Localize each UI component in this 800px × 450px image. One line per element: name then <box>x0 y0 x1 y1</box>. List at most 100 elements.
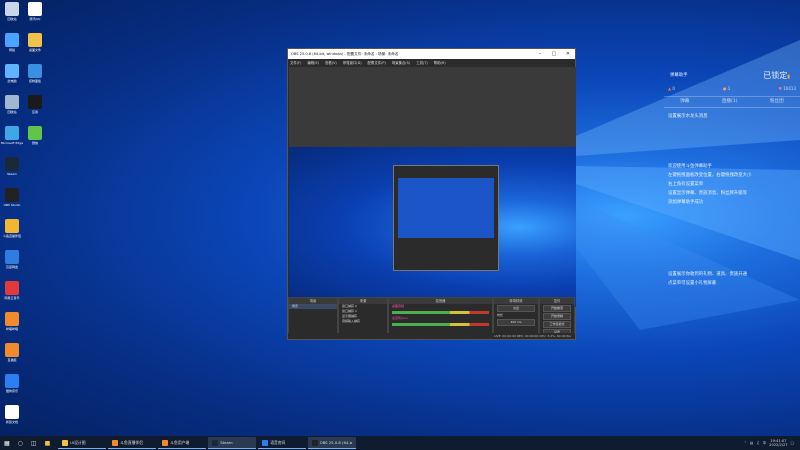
desktop-icon-label: 斗鱼直播伴侣 <box>2 234 21 238</box>
panel-guide: 欢迎使用斗鱼弹幕助手 左键拖拽面板改变位置，右键拖拽改变大小 右上角有设置菜单 … <box>668 162 751 207</box>
stat-item: ● 1 <box>722 86 731 91</box>
trash-icon <box>5 95 19 109</box>
document-shortcut[interactable]: 新建文档 <box>1 405 23 424</box>
desktop-icon-label: 百度网盘 <box>5 265 18 269</box>
minimize-icon[interactable]: – <box>533 51 547 57</box>
app-orange-shortcut[interactable]: 哔哩哔哩 <box>1 312 23 331</box>
app-blue-shortcut[interactable]: 百度网盘 <box>1 250 23 269</box>
network-shortcut[interactable]: 网络 <box>1 33 23 52</box>
danmaku-panel[interactable]: 弹幕助手 已锁定▮ ▲ 0 ● 1 ♥ 10413 弹幕 直播(1) 粉丝团 设… <box>664 66 800 306</box>
panel-tabs: 弹幕 直播(1) 粉丝团 <box>664 96 800 108</box>
folder-icon: ■ <box>44 439 51 447</box>
clock-date: 2022/2/27 <box>769 443 788 447</box>
desktop-icon-label: 腾讯QQ <box>29 17 41 21</box>
search-icon: ○ <box>17 439 23 447</box>
panel-message: 设置展示水龙头消息 <box>668 114 708 119</box>
sources-dock: 来源 窗口捕获 2 窗口捕获 1 显示器捕获 音频输入捕获 <box>338 297 388 335</box>
obs-titlebar[interactable]: OBS 25.0.8 (64-bit, windows) - 配置文件: 未命名… <box>288 49 575 59</box>
clock[interactable]: 19:41:07 2022/2/27 <box>769 439 787 448</box>
menu-view[interactable]: 查看(V) <box>325 60 337 65</box>
desktop-icon-label: Steam <box>7 172 17 176</box>
search-button[interactable]: ○ <box>14 437 27 449</box>
obs-icon <box>5 188 19 202</box>
duration-input[interactable]: 300 ms <box>497 319 535 326</box>
mixer-channel-label: 桌面音频 <box>392 304 405 308</box>
start-streaming-button[interactable]: 开始推流 <box>543 305 571 312</box>
trash-shortcut[interactable]: 回收站 <box>1 95 23 114</box>
start-recording-button[interactable]: 开始录制 <box>543 313 571 320</box>
taskbar-app-folder[interactable]: UI设计图 <box>58 437 107 449</box>
computer-shortcut[interactable]: 此电脑 <box>1 64 23 83</box>
menu-tools[interactable]: 工具(T) <box>416 60 428 65</box>
folder-icon <box>62 439 69 446</box>
start-button[interactable]: ▦ <box>0 437 14 449</box>
taskbar-app-obs[interactable]: OBS 25.0.8 (64-bit) <box>308 437 357 449</box>
obs-window[interactable]: OBS 25.0.8 (64-bit, windows) - 配置文件: 未命名… <box>287 48 576 340</box>
folder-shortcut[interactable]: 桌面文件 <box>24 33 46 52</box>
maximize-icon[interactable]: □ <box>547 51 561 57</box>
menu-scene-collection[interactable]: 场景集合(S) <box>392 60 410 65</box>
steam-icon <box>212 439 219 446</box>
panel-tip: 设置展示你收到的礼物、道具、贵族开通 点菜单可设置小礼物屏蔽 <box>668 270 747 288</box>
app-orange2-shortcut[interactable]: 直播姬 <box>1 343 23 362</box>
taskbar-app-steam[interactable]: Steam <box>208 437 257 449</box>
menu-edit[interactable]: 编辑(E) <box>307 60 319 65</box>
taskbar-app-label: OBS 25.0.8 (64-bit) <box>319 440 353 445</box>
wechat-shortcut[interactable]: 微信 <box>24 126 46 145</box>
taskbar-apps: UI设计图 斗鱼直播伴侣 斗鱼用户端 Steam 语音房间 OBS 25.0.8 (64-… <box>58 437 357 449</box>
steam-shortcut[interactable]: Steam <box>1 157 23 176</box>
taskbar-app-user[interactable]: 斗鱼用户端 <box>158 437 207 449</box>
close-icon[interactable]: ✕ <box>561 51 575 57</box>
menu-file[interactable]: 文件(F) <box>290 60 301 65</box>
netease-shortcut[interactable]: 网易云音乐 <box>1 281 23 300</box>
menu-dock[interactable]: 停靠窗口(D) <box>343 60 362 65</box>
desktop-icon-label: OBS Studio <box>3 203 21 207</box>
recycle-bin-shortcut[interactable]: 回收站 <box>1 2 23 21</box>
app-yellow-shortcut[interactable]: 斗鱼直播伴侣 <box>1 219 23 238</box>
volume-icon[interactable]: ♫ <box>756 441 759 445</box>
menu-help[interactable]: 帮助(H) <box>434 60 446 65</box>
network-icon[interactable]: ▤ <box>750 441 753 445</box>
lock-icon: ▮ <box>787 74 790 80</box>
obs-title: OBS 25.0.8 (64-bit, windows) - 配置文件: 未命名… <box>291 51 399 56</box>
transition-select[interactable]: 淡出 <box>497 305 535 312</box>
obs-preview[interactable] <box>289 67 576 307</box>
taskbar-app-label: Steam <box>220 440 233 445</box>
monitor-shortcut[interactable]: 控制面板 <box>24 64 46 83</box>
desktop-icon-label: 微信 <box>31 141 38 145</box>
ime-icon[interactable]: 中 <box>763 441 767 446</box>
scene-item[interactable]: 场景 <box>289 304 337 309</box>
desktop-icon-label: 桌面文件 <box>28 48 41 52</box>
source-item[interactable]: 音频输入捕获 <box>339 319 387 324</box>
explorer-button[interactable]: ■ <box>41 437 55 449</box>
kugou-shortcut[interactable]: 酷狗音乐 <box>1 374 23 393</box>
taskbar-app-live[interactable]: 斗鱼直播伴侣 <box>108 437 157 449</box>
qq-shortcut[interactable]: 腾讯QQ <box>24 2 46 21</box>
desktop-icon-label: 回收站 <box>7 17 17 21</box>
tab-danmaku[interactable]: 弹幕 <box>680 97 689 107</box>
obs-shortcut[interactable]: OBS Studio <box>1 188 23 207</box>
tab-live[interactable]: 直播(1) <box>722 97 738 107</box>
edge-shortcut[interactable]: Microsoft Edge <box>1 126 23 145</box>
windows-icon: ▦ <box>4 439 10 447</box>
panel-title: 弹幕助手 <box>670 73 688 78</box>
netease-icon <box>5 281 19 295</box>
taskbar-app-voice[interactable]: 语音房间 <box>258 437 307 449</box>
desktop-icon-label: 回收站 <box>7 110 17 114</box>
lock-status[interactable]: 已锁定▮ <box>763 70 790 81</box>
task-view-button[interactable]: ◫ <box>27 437 41 449</box>
tray-expand-icon[interactable]: ⌃ <box>744 441 747 445</box>
task-view-icon: ◫ <box>30 439 37 447</box>
app-yellow-icon <box>5 219 19 233</box>
obs-menubar: 文件(F) 编辑(E) 查看(V) 停靠窗口(D) 配置文件(P) 场景集合(S… <box>288 59 575 66</box>
lock-label: 已锁定 <box>763 71 788 80</box>
obs-icon <box>312 439 318 446</box>
controls-dock: 控件 开始推流 开始录制 工作室模式 设置 <box>539 297 575 336</box>
app-dark-shortcut[interactable]: 应用 <box>24 95 46 114</box>
menu-profile[interactable]: 配置文件(P) <box>368 60 386 65</box>
notification-icon[interactable]: □ <box>791 441 794 445</box>
guide-line: 右上角有设置菜单 <box>668 182 704 187</box>
tab-fans[interactable]: 粉丝团 <box>770 97 784 107</box>
studio-mode-button[interactable]: 工作室模式 <box>543 321 571 328</box>
app-dark-icon <box>28 95 42 109</box>
